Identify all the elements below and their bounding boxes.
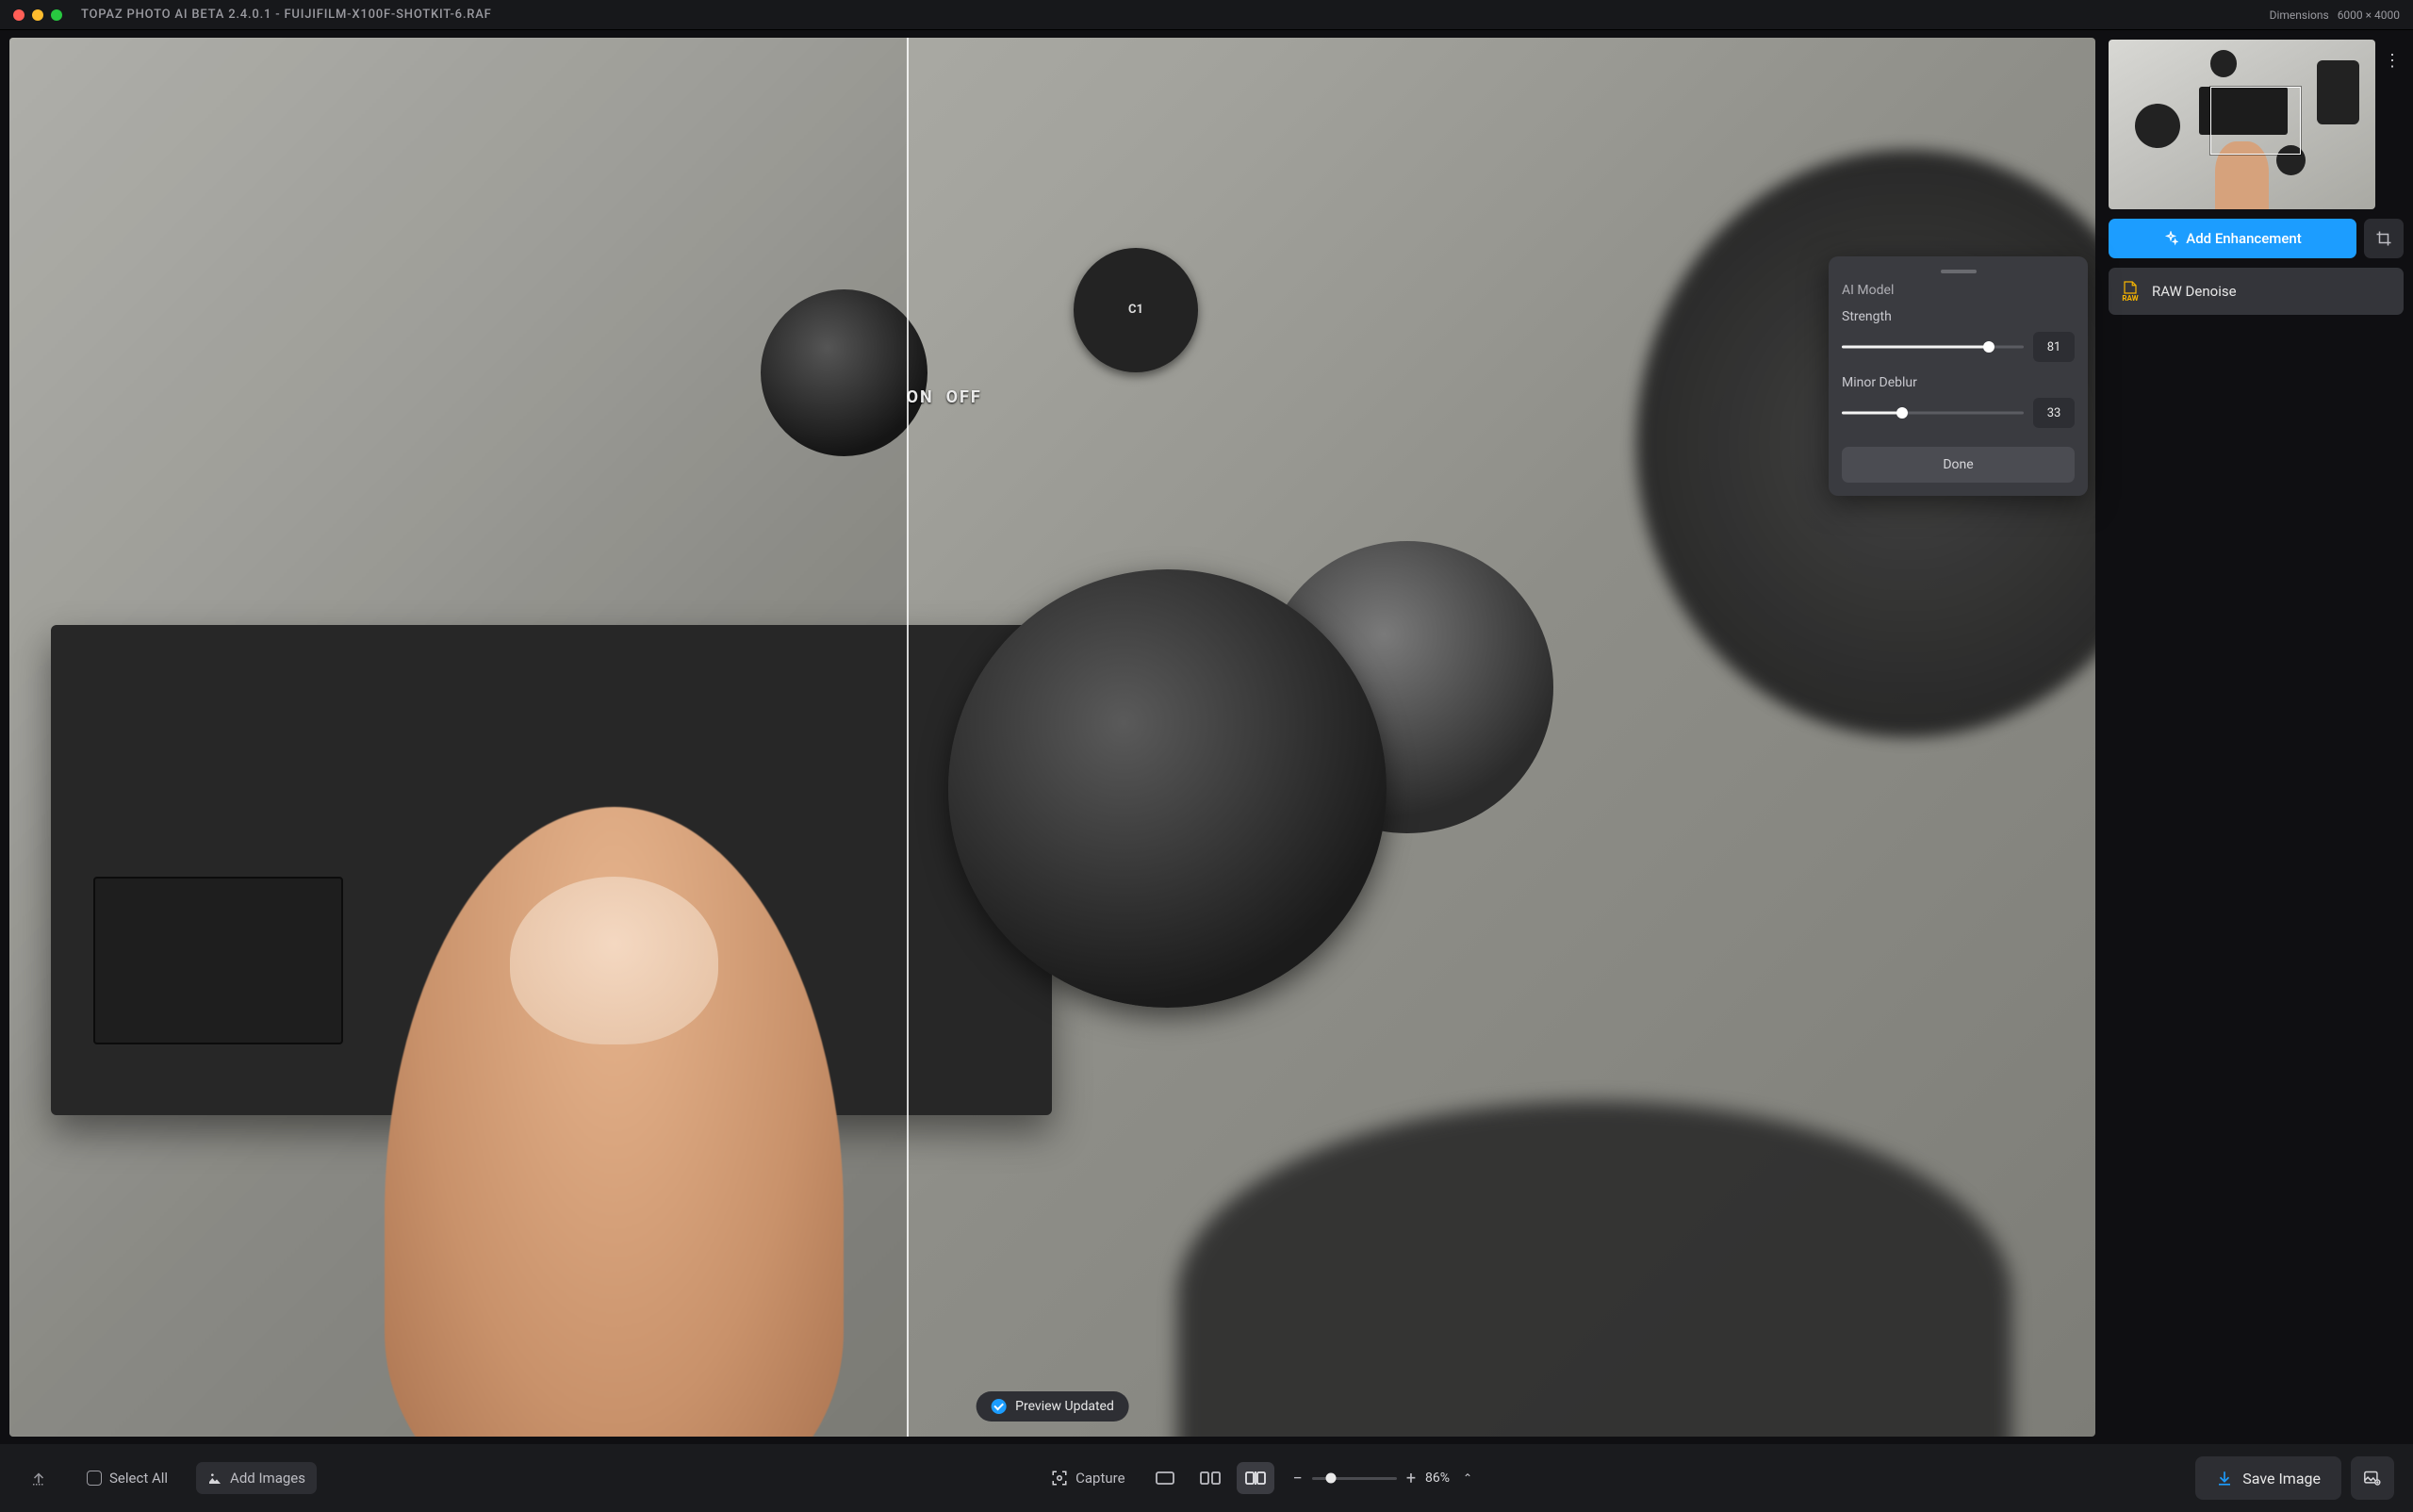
side-by-side-icon bbox=[1200, 1471, 1221, 1485]
crop-button[interactable] bbox=[2364, 219, 2404, 258]
add-images-label: Add Images bbox=[230, 1470, 305, 1487]
preview-image[interactable]: C1 ON OFF bbox=[9, 38, 2095, 1437]
minor-deblur-label: Minor Deblur bbox=[1842, 375, 2075, 390]
app-title: TOPAZ PHOTO AI BETA 2.4.0.1 - FUIJIFILM-… bbox=[81, 8, 492, 22]
minor-deblur-value[interactable]: 33 bbox=[2033, 398, 2075, 428]
split-view-icon bbox=[1245, 1471, 1266, 1485]
enhancement-raw-denoise[interactable]: RAW RAW Denoise bbox=[2109, 268, 2404, 315]
more-options-button[interactable]: ⋮ bbox=[2381, 40, 2404, 64]
preview-updated-toast: Preview Updated bbox=[976, 1391, 1129, 1422]
select-all-button[interactable]: Select All bbox=[75, 1462, 179, 1494]
view-side-by-side-button[interactable] bbox=[1191, 1462, 1229, 1494]
crop-icon bbox=[2375, 230, 2392, 247]
upload-icon bbox=[30, 1470, 47, 1487]
maximize-window-button[interactable] bbox=[51, 9, 62, 21]
dimensions-value: 6000 × 4000 bbox=[2338, 8, 2400, 22]
add-images-button[interactable]: Add Images bbox=[196, 1462, 317, 1494]
zoom-value: 86% bbox=[1425, 1471, 1450, 1486]
raw-file-icon: RAW bbox=[2122, 280, 2139, 303]
zoom-out-button[interactable]: − bbox=[1293, 1469, 1303, 1488]
single-view-icon bbox=[1156, 1471, 1174, 1485]
ai-model-panel: AI Model Strength 81 Minor Deblur bbox=[1829, 256, 2088, 496]
drag-handle[interactable] bbox=[1941, 270, 1977, 273]
minor-deblur-slider[interactable] bbox=[1842, 406, 2024, 419]
strength-label: Strength bbox=[1842, 309, 2075, 324]
zoom-in-button[interactable]: + bbox=[1406, 1469, 1416, 1488]
add-enhancement-button[interactable]: Add Enhancement bbox=[2109, 219, 2356, 258]
comparison-divider[interactable] bbox=[907, 38, 909, 1437]
select-all-label: Select All bbox=[109, 1470, 168, 1487]
checkbox-icon bbox=[87, 1471, 102, 1486]
strength-value[interactable]: 81 bbox=[2033, 332, 2075, 362]
capture-button[interactable]: Capture bbox=[1040, 1462, 1136, 1494]
save-image-label: Save Image bbox=[2242, 1470, 2321, 1487]
capture-label: Capture bbox=[1075, 1470, 1124, 1487]
dimensions-label: Dimensions bbox=[2270, 8, 2329, 22]
add-enhancement-label: Add Enhancement bbox=[2186, 230, 2301, 247]
preview-canvas[interactable]: C1 ON OFF AI Model Strength 81 bbox=[0, 30, 2105, 1444]
right-panel: ⋮ Add Enhancement RAW RAW Denoise bbox=[2105, 30, 2413, 1444]
done-button[interactable]: Done bbox=[1842, 447, 2075, 483]
check-icon bbox=[991, 1399, 1006, 1414]
zoom-menu-button[interactable]: ⌃ bbox=[1463, 1471, 1472, 1485]
view-split-button[interactable] bbox=[1237, 1462, 1274, 1494]
bottom-toolbar: Select All Add Images Capture − + 86% ⌃ bbox=[0, 1444, 2413, 1512]
panel-section-title: AI Model bbox=[1842, 283, 2075, 298]
minimize-window-button[interactable] bbox=[32, 9, 43, 21]
close-window-button[interactable] bbox=[13, 9, 25, 21]
titlebar: TOPAZ PHOTO AI BETA 2.4.0.1 - FUIJIFILM-… bbox=[0, 0, 2413, 30]
image-dimensions: Dimensions 6000 × 4000 bbox=[2270, 8, 2400, 22]
strength-slider[interactable] bbox=[1842, 340, 2024, 353]
zoom-control: − + 86% ⌃ bbox=[1293, 1469, 1473, 1488]
upload-button[interactable] bbox=[19, 1462, 58, 1494]
download-icon bbox=[2216, 1470, 2233, 1487]
export-image-icon bbox=[2363, 1470, 2382, 1487]
enhancement-label: RAW Denoise bbox=[2152, 283, 2237, 300]
capture-target-icon bbox=[1051, 1470, 1068, 1487]
toast-text: Preview Updated bbox=[1015, 1399, 1114, 1414]
save-image-button[interactable]: Save Image bbox=[2195, 1456, 2341, 1500]
navigator-thumbnail[interactable] bbox=[2109, 40, 2375, 209]
sparkle-icon bbox=[2163, 231, 2178, 246]
export-settings-button[interactable] bbox=[2351, 1456, 2394, 1500]
zoom-slider[interactable] bbox=[1312, 1477, 1397, 1480]
window-controls bbox=[13, 9, 62, 21]
navigator-viewport[interactable] bbox=[2210, 87, 2301, 155]
images-icon bbox=[207, 1471, 222, 1486]
view-single-button[interactable] bbox=[1146, 1462, 1184, 1494]
